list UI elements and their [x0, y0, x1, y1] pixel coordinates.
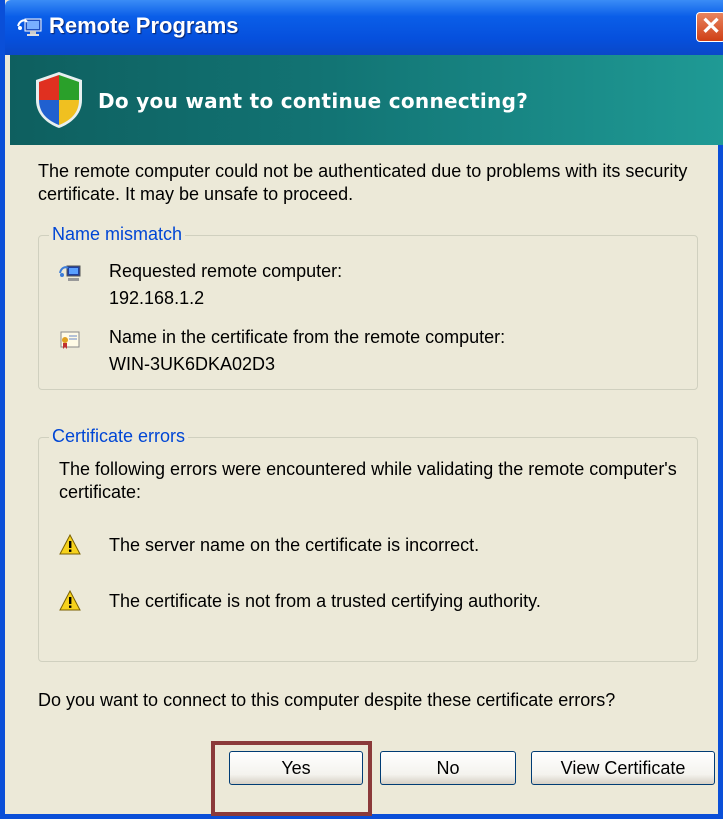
window-title: Remote Programs [49, 13, 239, 38]
view-certificate-button[interactable]: View Certificate [531, 751, 715, 785]
requested-computer-label: Requested remote computer: [109, 261, 343, 281]
errors-description: The following errors were encountered wh… [59, 459, 677, 502]
yes-highlight-box [211, 741, 372, 816]
close-button[interactable]: ✕ [696, 12, 723, 42]
warning-icon [59, 590, 81, 611]
error-item: The server name on the certificate is in… [109, 535, 480, 555]
certificate-name-value: WIN-3UK6DKA02D3 [109, 354, 276, 374]
no-button[interactable]: No [380, 751, 516, 785]
name-mismatch-label: Name mismatch [49, 224, 186, 245]
close-icon: ✕ [700, 13, 722, 40]
requested-computer-value: 192.168.1.2 [109, 288, 205, 308]
warning-banner: Do you want to continue connecting? [10, 55, 723, 145]
security-shield-icon [36, 72, 82, 128]
certificate-icon [60, 331, 80, 349]
network-computer-icon [59, 265, 81, 281]
error-item: The certificate is not from a trusted ce… [109, 591, 541, 611]
certificate-errors-group: Certificate errors The following errors … [38, 426, 698, 662]
warning-icon [59, 534, 81, 555]
certificate-errors-label: Certificate errors [49, 426, 189, 447]
title-bar[interactable]: Remote Programs ✕ [5, 0, 723, 55]
intro-text: The remote computer could not be authent… [38, 161, 688, 204]
banner-heading: Do you want to continue connecting? [98, 89, 529, 113]
name-mismatch-group: Name mismatch Requested remote computer:… [38, 224, 698, 390]
certificate-name-label: Name in the certificate from the remote … [109, 327, 506, 347]
connect-question: Do you want to connect to this computer … [38, 690, 616, 710]
dialog-window: Remote Programs ✕ Do you want to continu… [0, 0, 723, 819]
remote-programs-icon [17, 18, 42, 36]
